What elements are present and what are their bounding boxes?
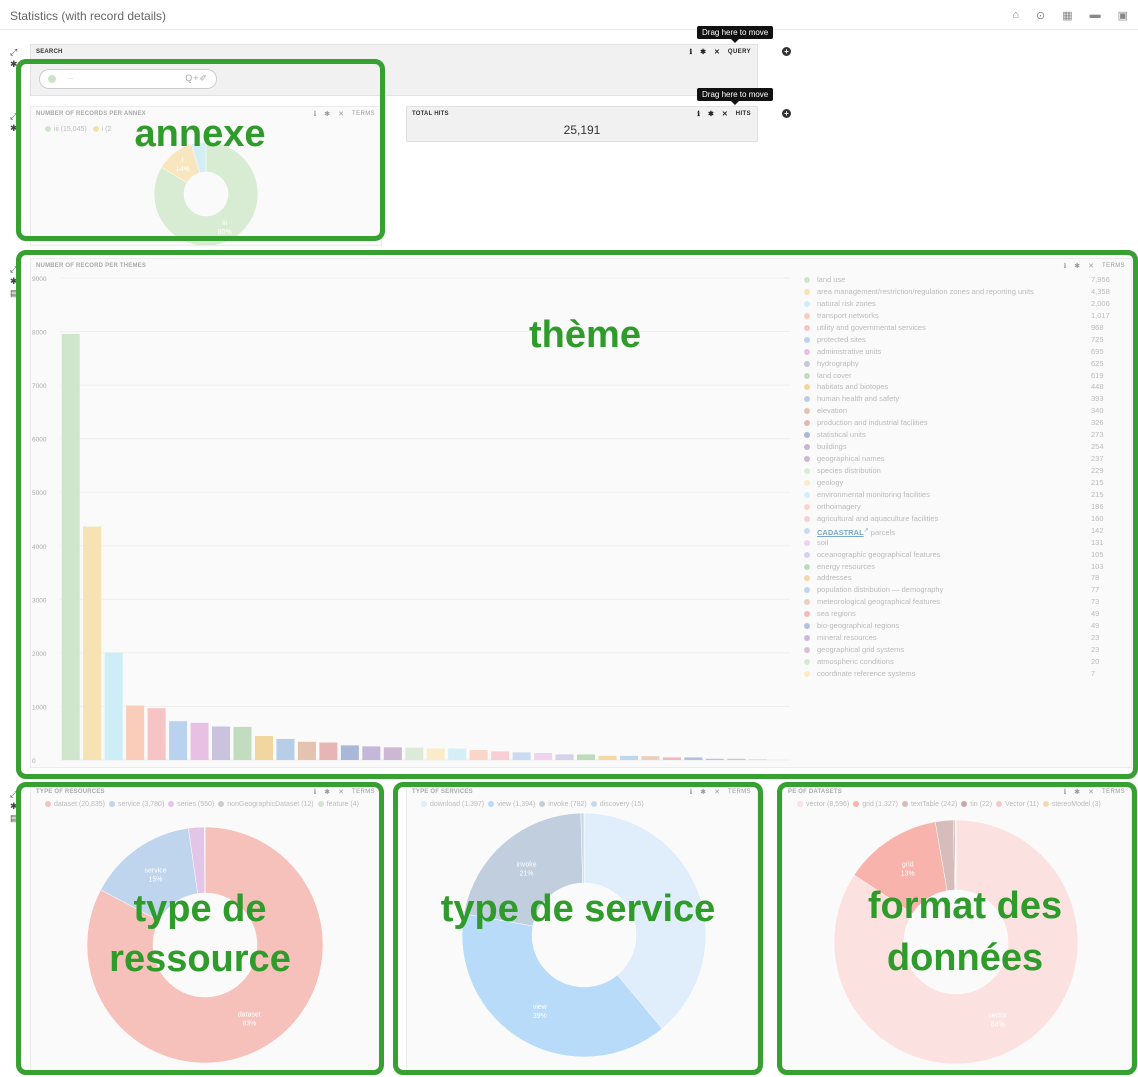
add-panel-icon[interactable]: + xyxy=(782,109,791,118)
close-icon[interactable]: ✕ xyxy=(714,48,720,56)
add-panel-icon[interactable]: + xyxy=(782,47,791,56)
hits-button[interactable]: HITS xyxy=(736,111,751,117)
data-format-annotation: format des données xyxy=(800,880,1130,984)
search-panel-title: SEARCH xyxy=(36,49,63,55)
home-icon[interactable]: ⌂ xyxy=(1012,9,1019,22)
resource-type-annotation-line1: type de xyxy=(133,888,267,930)
info-icon[interactable]: ℹ xyxy=(689,48,692,56)
top-bar: Statistics (with record details) ⌂ ⊙ ▦ ▬… xyxy=(0,0,1138,30)
total-hits-value: 25,191 xyxy=(563,123,601,137)
grid-icon[interactable]: ▦ xyxy=(1062,9,1072,22)
gear-icon[interactable]: ✱ xyxy=(700,48,706,56)
page-title: Statistics (with record details) xyxy=(10,9,167,23)
resource-type-annotation: type de ressource xyxy=(40,884,360,984)
close-icon[interactable]: ✕ xyxy=(722,110,728,118)
resource-type-annotation-line2: ressource xyxy=(109,938,291,980)
annexe-annotation: annexe xyxy=(134,113,266,155)
save-icon[interactable]: ▣ xyxy=(1118,9,1128,22)
gear-icon[interactable]: ✱ xyxy=(708,110,714,118)
data-format-annotation-line1: format des xyxy=(867,885,1063,927)
theme-annotation: thème xyxy=(529,314,641,356)
history-icon[interactable]: ⊙ xyxy=(1036,9,1045,22)
total-hits-panel: TOTAL HITS ℹ ✱ ✕ HITS 25,191 xyxy=(406,106,758,142)
folder-icon[interactable]: ▬ xyxy=(1090,9,1101,22)
panel-controls: ℹ ✱ ✕ HITS xyxy=(697,110,751,118)
data-format-annotation-line2: données xyxy=(886,937,1044,979)
drag-tooltip: Drag here to move xyxy=(697,26,774,43)
query-button[interactable]: QUERY xyxy=(728,49,751,55)
collapse-icon[interactable]: ⤢ xyxy=(10,46,18,58)
top-nav: ⌂ ⊙ ▦ ▬ ▣ xyxy=(1012,9,1128,22)
service-type-annotation: type de service xyxy=(440,888,716,930)
panel-controls: ℹ ✱ ✕ QUERY xyxy=(689,48,751,56)
drag-tooltip: Drag here to move xyxy=(697,88,774,105)
info-icon[interactable]: ℹ xyxy=(697,110,700,118)
